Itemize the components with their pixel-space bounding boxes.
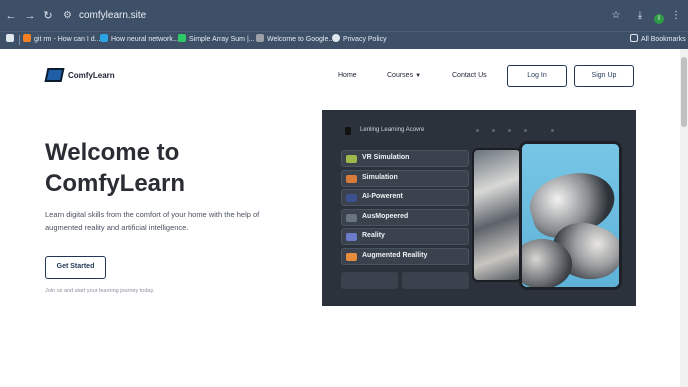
bookmark-item[interactable]: git rm - How can I d... [23,34,101,46]
bookmark-item[interactable]: How neural network... [100,34,179,46]
image-dot [492,129,495,132]
image-footer-pill [402,272,469,289]
folder-icon [630,34,638,42]
device-icon [345,127,351,135]
site-icon [100,34,108,42]
download-icon[interactable]: ⤓ [634,10,646,22]
caret-down-icon: ▼ [415,73,422,79]
bookmark-item[interactable]: Simple Array Sum |... [178,34,255,46]
image-menu-item: Reality [341,228,469,245]
image-dot [476,129,479,132]
apps-icon[interactable] [6,34,17,46]
cta-note: Join us and start your learning journey … [45,288,155,294]
image-menu-item: Simulation [341,170,469,187]
tablet-left-illustration [472,148,522,282]
bookmark-item[interactable]: Welcome to Google... [256,34,334,46]
menu-icon[interactable]: ⋮ [670,10,682,22]
forward-icon[interactable]: → [24,10,36,22]
image-menu-item: VR Simulation [341,150,469,167]
get-started-button[interactable]: Get Started [45,256,106,279]
image-dot [551,129,554,132]
image-footer-pill [341,272,398,289]
all-bookmarks[interactable]: All Bookmarks [630,34,686,46]
logo-icon[interactable] [44,68,65,82]
nav-contact[interactable]: Contact Us [452,72,487,79]
image-menu-item: AusMopeered [341,209,469,226]
globe-icon [332,34,340,42]
address-bar[interactable]: comfylearn.site [79,10,146,22]
reload-icon[interactable]: ↻ [42,10,54,22]
stackoverflow-icon [23,34,31,42]
signup-button[interactable]: Sign Up [574,65,634,87]
bookmark-item[interactable]: Privacy Policy [332,34,387,46]
site-settings-icon[interactable]: ⚙ [63,10,75,22]
image-dot [508,129,511,132]
image-menu-item: AI-Powerent [341,189,469,206]
hero-description: Learn digital skills from the comfort of… [45,210,260,232]
hackerrank-icon [178,34,186,42]
back-icon[interactable]: ← [5,10,17,22]
image-dot [524,129,527,132]
tablet-main-illustration [519,141,622,290]
scrollbar-thumb[interactable] [681,57,687,127]
profile-avatar[interactable]: I [654,14,664,24]
login-button[interactable]: Log In [507,65,567,87]
hero-image-title: Lenling Learning Acovre [360,127,425,133]
bookmark-star-icon[interactable]: ☆ [610,10,622,22]
nav-courses[interactable]: Courses ▼ [387,72,421,79]
image-menu-item: Augmented Reallity [341,248,469,265]
bookmarks-separator [19,35,20,45]
google-icon [256,34,264,42]
hero-title: Welcome to ComfyLearn [45,139,186,197]
brand-name[interactable]: ComfyLearn [68,71,115,80]
nav-home[interactable]: Home [338,72,357,79]
